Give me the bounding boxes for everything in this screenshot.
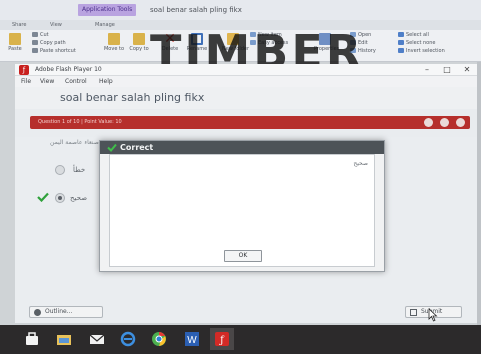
copy-to-icon [133, 33, 145, 45]
flash-logo-icon: ƒ [19, 65, 29, 75]
dialog-body: صحيح OK [109, 154, 375, 267]
file-explorer-icon[interactable] [56, 331, 72, 347]
dialog-header: Correct [100, 141, 384, 154]
select-none-icon [398, 40, 404, 45]
explorer-title-bar: Application Tools soal benar salah pling… [0, 0, 481, 20]
invert-selection-icon [398, 48, 404, 53]
cut-icon [32, 32, 38, 37]
option-true-radio[interactable] [55, 193, 65, 203]
internet-explorer-icon[interactable] [120, 331, 136, 347]
paste-shortcut-icon [32, 48, 38, 53]
dialog-message: صحيح [353, 160, 368, 167]
close-button[interactable]: ✕ [459, 64, 475, 76]
select-none-button[interactable]: Select none [398, 40, 436, 47]
chrome-icon[interactable] [151, 331, 167, 347]
menu-control[interactable]: Control [65, 76, 87, 87]
window-edge [477, 62, 481, 325]
audio-icon[interactable] [440, 118, 449, 127]
paste-button[interactable]: Paste [4, 32, 26, 60]
copy-to-button[interactable]: Copy to [128, 32, 150, 60]
select-all-icon [398, 32, 404, 37]
quiz-title: soal benar salah pling fikx [60, 91, 205, 104]
mouse-cursor-icon [428, 308, 438, 322]
option-true-label[interactable]: صحيح [70, 193, 87, 203]
invert-selection-button[interactable]: Invert selection [398, 48, 445, 55]
menu-help[interactable]: Help [99, 76, 113, 87]
option-false-label[interactable]: خطأ [73, 165, 85, 175]
question-progress-text: Question 1 of 10 | Point Value: 10 [38, 119, 122, 125]
tab-share[interactable]: Share [12, 20, 26, 30]
correct-dialog: Correct صحيح OK [99, 140, 385, 272]
flash-menu-bar: File View Control Help [15, 76, 477, 87]
move-to-icon [108, 33, 120, 45]
maximize-button[interactable]: □ [439, 64, 455, 76]
correct-check-icon [37, 192, 49, 202]
print-icon[interactable] [456, 118, 465, 127]
option-false-radio[interactable] [55, 165, 65, 175]
mail-icon[interactable] [89, 331, 105, 347]
menu-file[interactable]: File [21, 76, 31, 87]
submit-icon [410, 309, 417, 316]
dialog-check-icon [107, 143, 117, 152]
outline-label: Outline... [45, 308, 73, 315]
start-icon[interactable] [24, 331, 40, 347]
outline-button[interactable]: Outline... [29, 306, 103, 318]
question-text: صنعاء عاصمة اليمن [50, 139, 99, 146]
paste-icon [9, 33, 21, 45]
ok-button[interactable]: OK [224, 250, 262, 262]
quiz-header: soal benar salah pling fikx [15, 87, 477, 109]
menu-view[interactable]: View [40, 76, 54, 87]
tab-manage[interactable]: Manage [95, 20, 115, 30]
cut-button[interactable]: Cut [32, 32, 49, 39]
outline-icon [34, 309, 41, 316]
attempts-icon[interactable] [424, 118, 433, 127]
svg-text:W: W [187, 335, 197, 346]
paste-shortcut-button[interactable]: Paste shortcut [32, 48, 76, 55]
flash-window-title: Adobe Flash Player 10 [35, 66, 102, 73]
copy-path-icon [32, 40, 38, 45]
dialog-title: Correct [120, 143, 154, 152]
word-icon[interactable]: W [184, 331, 200, 347]
minimize-button[interactable]: – [419, 64, 435, 76]
flash-player-title-bar: ƒ Adobe Flash Player 10 – □ ✕ [15, 64, 477, 76]
tab-view[interactable]: View [50, 20, 62, 30]
application-tools-tab[interactable]: Application Tools [78, 4, 137, 16]
select-all-button[interactable]: Select all [398, 32, 429, 39]
flash-player-icon[interactable]: ƒ [214, 331, 230, 347]
explorer-window-title: soal benar salah pling fikx [150, 6, 242, 14]
taskbar [0, 325, 481, 354]
move-to-button[interactable]: Move to [103, 32, 125, 60]
question-progress-bar: Question 1 of 10 | Point Value: 10 [30, 116, 470, 129]
copy-path-button[interactable]: Copy path [32, 40, 66, 47]
